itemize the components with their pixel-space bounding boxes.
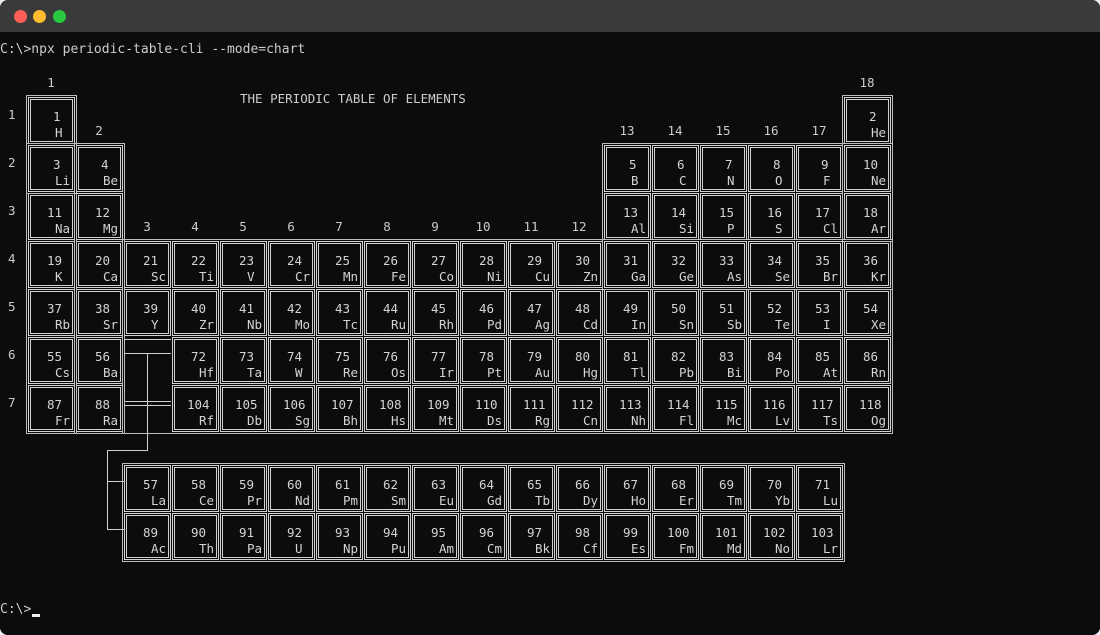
table-title: THE PERIODIC TABLE OF ELEMENTS: [240, 91, 466, 106]
period-label: 5: [8, 299, 16, 314]
group-label: 12: [571, 219, 587, 234]
connector-line: [124, 339, 171, 340]
terminal-output[interactable]: C:\>npx periodic-table-cli --mode=chart …: [0, 32, 1100, 635]
prompt-line: C:\>: [0, 602, 32, 617]
group-label: 18: [859, 75, 875, 90]
connector-line: [107, 450, 148, 451]
group-label: 5: [239, 219, 247, 234]
block-frame: [122, 463, 845, 562]
group-label: 13: [619, 123, 635, 138]
connector-line: [147, 353, 148, 451]
period-label: 2: [8, 155, 16, 170]
group-label: 11: [523, 219, 539, 234]
terminal-window: C:\>npx periodic-table-cli --mode=chart …: [0, 0, 1100, 635]
group-label: 14: [667, 123, 683, 138]
group-label: 7: [335, 219, 343, 234]
close-window-button[interactable]: [14, 10, 27, 23]
command-line: C:\>npx periodic-table-cli --mode=chart: [0, 42, 306, 57]
group-label: 10: [475, 219, 491, 234]
connector-line: [107, 481, 124, 482]
period-label: 1: [8, 107, 16, 122]
group-label: 15: [715, 123, 731, 138]
connector-line: [107, 529, 124, 530]
period-label: 6: [8, 347, 16, 362]
group-label: 2: [95, 123, 103, 138]
text-cursor: [32, 614, 40, 617]
period-label: 3: [8, 203, 16, 218]
group-label: 17: [811, 123, 827, 138]
group-label: 6: [287, 219, 295, 234]
period-label: 7: [8, 395, 16, 410]
block-frame: [842, 95, 893, 242]
group-label: 16: [763, 123, 779, 138]
title-bar: [0, 0, 1100, 32]
maximize-window-button[interactable]: [53, 10, 66, 23]
group-label: 1: [47, 75, 55, 90]
group-label: 3: [143, 219, 151, 234]
block-frame: [122, 239, 893, 434]
block-frame: [74, 143, 125, 434]
group-label: 4: [191, 219, 199, 234]
block-frame: [26, 143, 77, 434]
minimize-window-button[interactable]: [33, 10, 46, 23]
group-label: 9: [431, 219, 439, 234]
period-label: 4: [8, 251, 16, 266]
group-label: 8: [383, 219, 391, 234]
connector-line: [107, 450, 108, 530]
